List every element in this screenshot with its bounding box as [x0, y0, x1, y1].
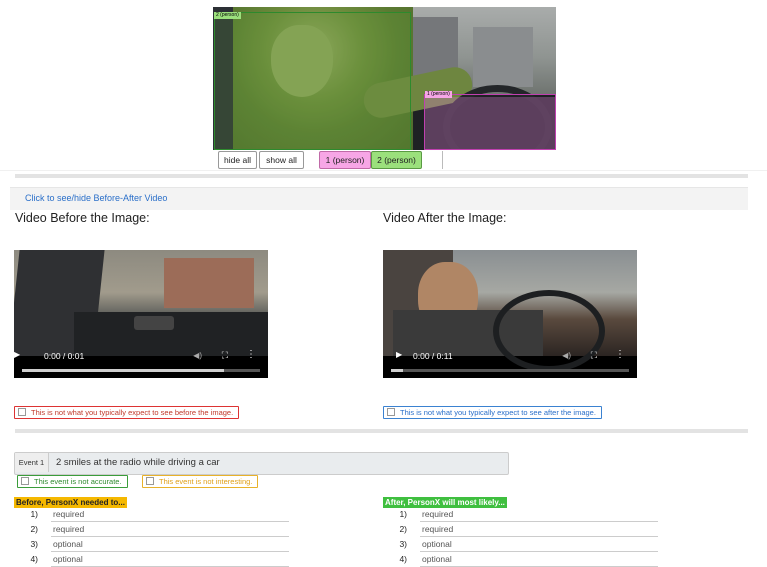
volume-icon[interactable]: ◀): [193, 351, 202, 360]
event-text: 2 smiles at the radio while driving a ca…: [56, 457, 220, 468]
list-item-underline: [51, 536, 289, 537]
before-after-toggle-bar: Click to see/hide Before-After Video: [10, 187, 748, 210]
volume-icon[interactable]: ◀): [562, 351, 571, 360]
more-options-icon[interactable]: ⋮: [246, 349, 256, 360]
after-video-heading: Video After the Image:: [383, 211, 507, 225]
list-item-underline: [420, 551, 658, 552]
list-item-underline: [420, 536, 658, 537]
list-item-number: 4): [399, 554, 407, 564]
person-1-toggle-button[interactable]: 1 (person): [319, 151, 371, 169]
person-2-bounding-box: [214, 12, 411, 150]
person-2-box-label: 2 (person): [214, 12, 241, 19]
divider: [15, 174, 748, 178]
before-unexpected-label: This is not what you typically expect to…: [31, 408, 234, 417]
person-1-box-label: 1 (person): [425, 91, 452, 98]
checkbox-icon[interactable]: [18, 408, 26, 416]
event-not-accurate-label: This event is not accurate.: [34, 477, 122, 486]
event-not-accurate-checkbox[interactable]: This event is not accurate.: [17, 475, 128, 488]
list-item-value[interactable]: optional: [422, 554, 452, 564]
person-1-bounding-box: [424, 94, 556, 150]
list-item-underline: [51, 521, 289, 522]
show-all-button[interactable]: show all: [259, 151, 304, 169]
list-item-value[interactable]: required: [422, 524, 453, 534]
list-item-number: 3): [399, 539, 407, 549]
after-video-controls: ▶ 0:00 / 0:11 ◀) ⛶ ⋮: [383, 346, 637, 378]
list-item-value[interactable]: required: [53, 509, 84, 519]
list-item-number: 2): [30, 524, 38, 534]
before-video-progress-track[interactable]: [22, 369, 260, 372]
divider: [442, 151, 443, 169]
event-not-interesting-label: This event is not interesting.: [159, 477, 253, 486]
list-item-number: 1): [399, 509, 407, 519]
before-unexpected-checkbox[interactable]: This is not what you typically expect to…: [14, 406, 240, 419]
before-video-time: 0:00 / 0:01: [44, 351, 85, 361]
play-icon[interactable]: ▶: [14, 350, 20, 359]
event-label: Event 1: [15, 453, 49, 472]
toggle-video-link[interactable]: Click to see/hide Before-After Video: [25, 193, 167, 203]
after-video-progress-fill: [391, 369, 403, 372]
list-item-value[interactable]: required: [53, 524, 84, 534]
before-section-title: Before, PersonX needed to...: [14, 497, 127, 508]
list-item-value[interactable]: optional: [53, 539, 83, 549]
play-icon[interactable]: ▶: [396, 350, 402, 359]
divider: [0, 170, 767, 171]
event-not-interesting-checkbox[interactable]: This event is not interesting.: [142, 475, 259, 488]
person-2-toggle-button[interactable]: 2 (person): [371, 151, 422, 169]
after-video-progress-track[interactable]: [391, 369, 629, 372]
after-section-title: After, PersonX will most likely...: [383, 497, 507, 508]
before-video-heading: Video Before the Image:: [15, 211, 150, 225]
list-item-underline: [51, 551, 289, 552]
checkbox-icon[interactable]: [21, 477, 29, 485]
before-video-progress-fill: [22, 369, 225, 372]
event-field: Event 1 2 smiles at the radio while driv…: [14, 452, 509, 475]
list-item-number: 3): [30, 539, 38, 549]
list-item-value[interactable]: required: [422, 509, 453, 519]
before-video-player[interactable]: ▶ 0:00 / 0:01 ◀) ⛶ ⋮: [14, 250, 268, 378]
list-item-number: 4): [30, 554, 38, 564]
list-item-value[interactable]: optional: [422, 539, 452, 549]
checkbox-icon[interactable]: [146, 477, 154, 485]
list-item-value[interactable]: optional: [53, 554, 83, 564]
list-item-number: 2): [399, 524, 407, 534]
list-item-underline: [420, 521, 658, 522]
list-item-number: 1): [30, 509, 38, 519]
after-unexpected-checkbox[interactable]: This is not what you typically expect to…: [383, 406, 602, 419]
hide-all-button[interactable]: hide all: [218, 151, 257, 169]
fullscreen-icon[interactable]: ⛶: [222, 350, 228, 361]
more-options-icon[interactable]: ⋮: [615, 349, 625, 360]
before-video-controls: ▶ 0:00 / 0:01 ◀) ⛶ ⋮: [14, 346, 268, 378]
checkbox-icon[interactable]: [387, 408, 395, 416]
after-video-time: 0:00 / 0:11: [413, 351, 453, 361]
fullscreen-icon[interactable]: ⛶: [591, 350, 597, 361]
divider: [15, 429, 748, 433]
after-video-player[interactable]: ▶ 0:00 / 0:11 ◀) ⛶ ⋮: [383, 250, 637, 378]
annotated-image: 2 (person) 1 (person): [213, 7, 556, 150]
after-unexpected-label: This is not what you typically expect to…: [400, 408, 596, 417]
